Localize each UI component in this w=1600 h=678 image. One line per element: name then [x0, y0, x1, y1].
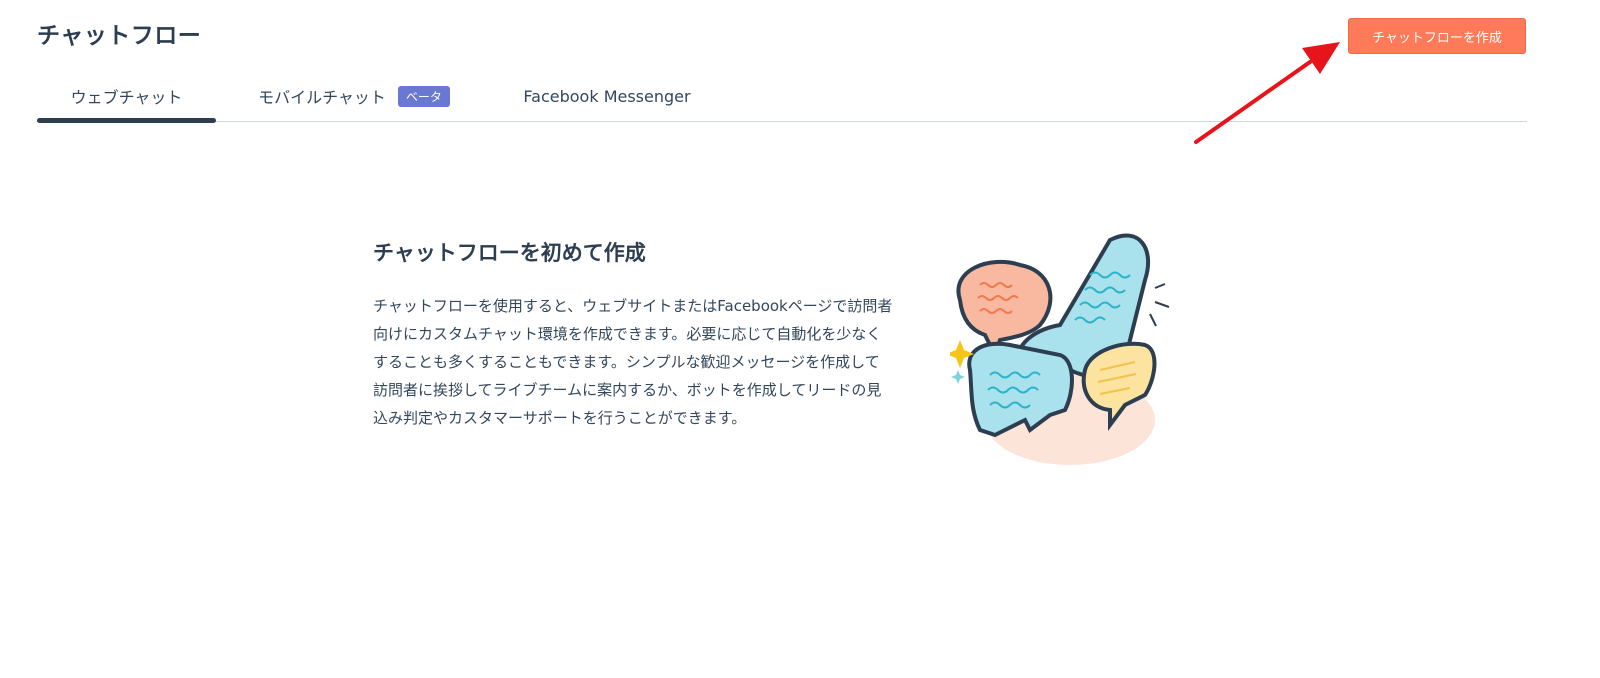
tab-mobile-chat[interactable]: モバイルチャット ベータ [247, 70, 461, 122]
empty-state-description: チャットフローを使用すると、ウェブサイトまたはFacebookページで訪問者向け… [373, 297, 893, 427]
annotation-arrow-icon [1194, 42, 1340, 144]
tab-facebook-messenger[interactable]: Facebook Messenger [507, 70, 707, 122]
tab-label: ウェブチャット [70, 88, 183, 107]
empty-state-title: チャットフローを初めて作成 [373, 241, 646, 265]
tab-label: Facebook Messenger [523, 86, 691, 106]
page-title: チャットフロー [37, 23, 202, 49]
beta-badge: ベータ [397, 85, 450, 107]
create-chatflow-button[interactable]: チャットフローを作成 [1348, 18, 1526, 54]
tab-web-chat[interactable]: ウェブチャット [37, 70, 216, 123]
chatflows-page: チャットフロー チャットフローを作成 ウェブチャット モバイルチャット ベータ … [0, 0, 1600, 678]
chat-bubbles-illustration-icon [950, 233, 1170, 465]
tab-label: モバイルチャット [258, 88, 386, 107]
